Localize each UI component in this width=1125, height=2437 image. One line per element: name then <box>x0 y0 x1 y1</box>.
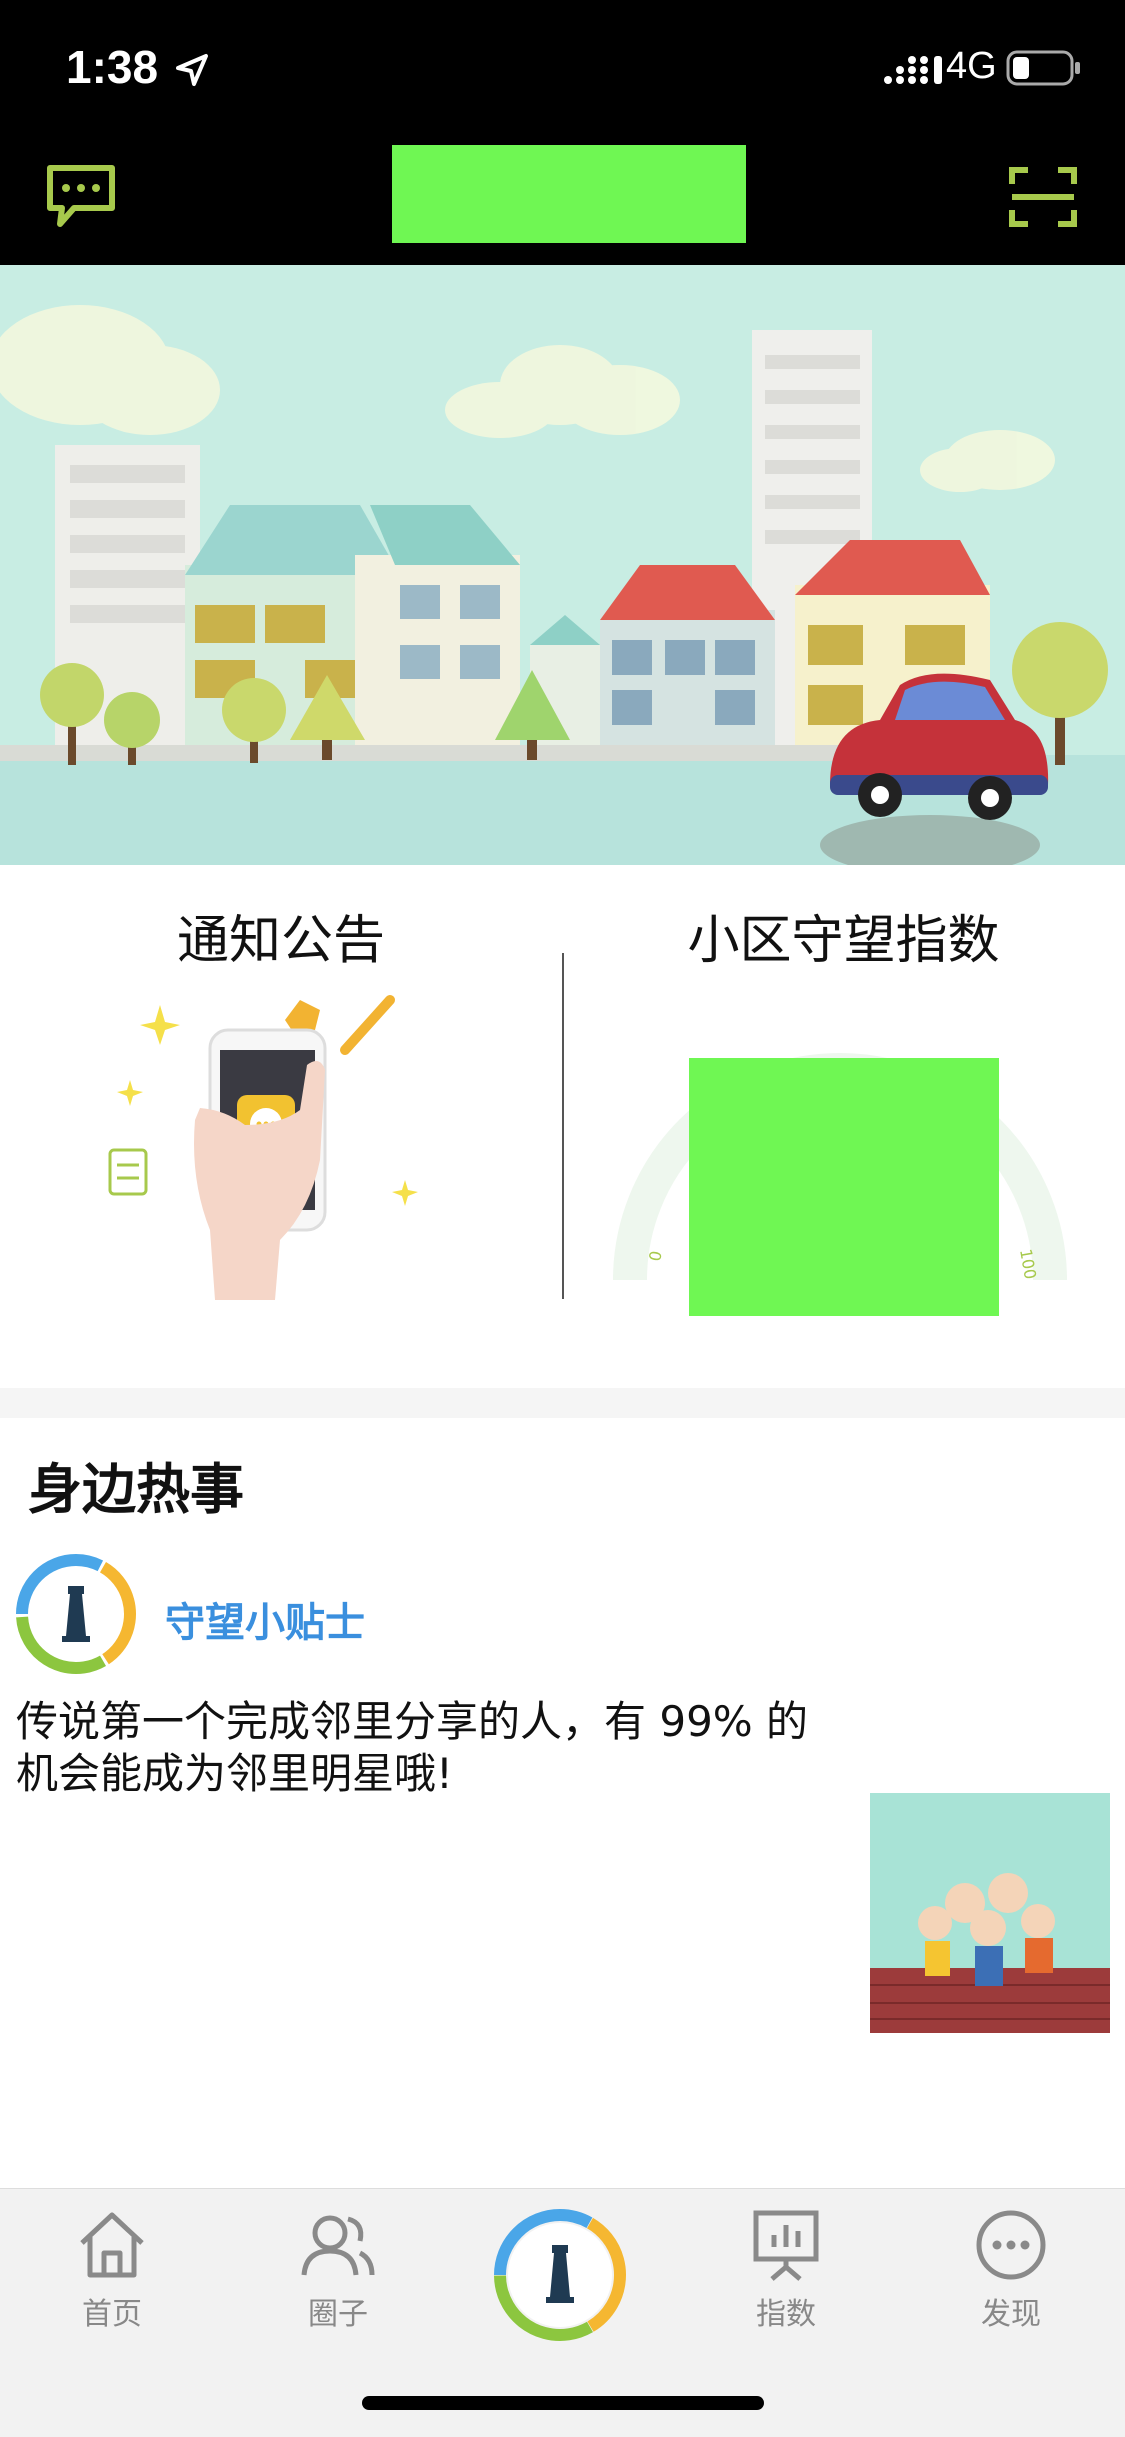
center-lighthouse-button[interactable] <box>490 2205 630 2345</box>
tab-discover[interactable]: 发现 <box>931 2205 1091 2333</box>
battery-icon <box>1006 50 1080 86</box>
tab-index[interactable]: 指数 <box>706 2205 866 2333</box>
banner-illustration[interactable] <box>0 265 1125 865</box>
notice-phone-illustration[interactable] <box>95 980 455 1300</box>
tab-circle-label: 圈子 <box>308 2297 368 2332</box>
tab-index-label: 指数 <box>756 2297 816 2332</box>
hot-section-title: 身边热事 <box>28 1458 244 1521</box>
home-indicator <box>362 2396 764 2410</box>
notice-card-title[interactable]: 通知公告 <box>0 898 562 973</box>
scan-button[interactable] <box>1008 164 1078 230</box>
index-value-placeholder <box>689 1058 999 1316</box>
tab-home-label: 首页 <box>82 2297 142 2332</box>
more-dots-icon <box>976 2210 1046 2280</box>
lighthouse-avatar-icon[interactable] <box>14 1552 138 1676</box>
location-arrow-icon <box>176 54 208 86</box>
gauge-max-label: 100 <box>1016 1247 1040 1280</box>
tab-discover-label: 发现 <box>981 2297 1041 2332</box>
message-button[interactable] <box>44 162 118 232</box>
tab-home[interactable]: 首页 <box>32 2205 192 2333</box>
index-card-title[interactable]: 小区守望指数 <box>562 898 1125 973</box>
post-content[interactable]: 传说第一个完成邻里分享的人，有 99% 的机会能成为邻里明星哦! <box>16 1696 836 1800</box>
section-gap <box>0 1388 1125 1418</box>
tab-circle[interactable]: 圈子 <box>258 2205 418 2333</box>
gauge-min-label: 0 <box>645 1249 665 1262</box>
network-type: 4G <box>946 45 997 87</box>
page-title-placeholder <box>392 145 746 243</box>
status-time: 1:38 <box>66 41 159 93</box>
card-divider <box>562 953 564 1299</box>
home-icon <box>80 2212 144 2278</box>
post-thumbnail[interactable] <box>870 1793 1110 2033</box>
chart-board-icon <box>753 2210 819 2281</box>
signal-icon <box>884 56 942 84</box>
poster-name[interactable]: 守望小贴士 <box>165 1590 365 1648</box>
people-icon <box>301 2215 375 2276</box>
